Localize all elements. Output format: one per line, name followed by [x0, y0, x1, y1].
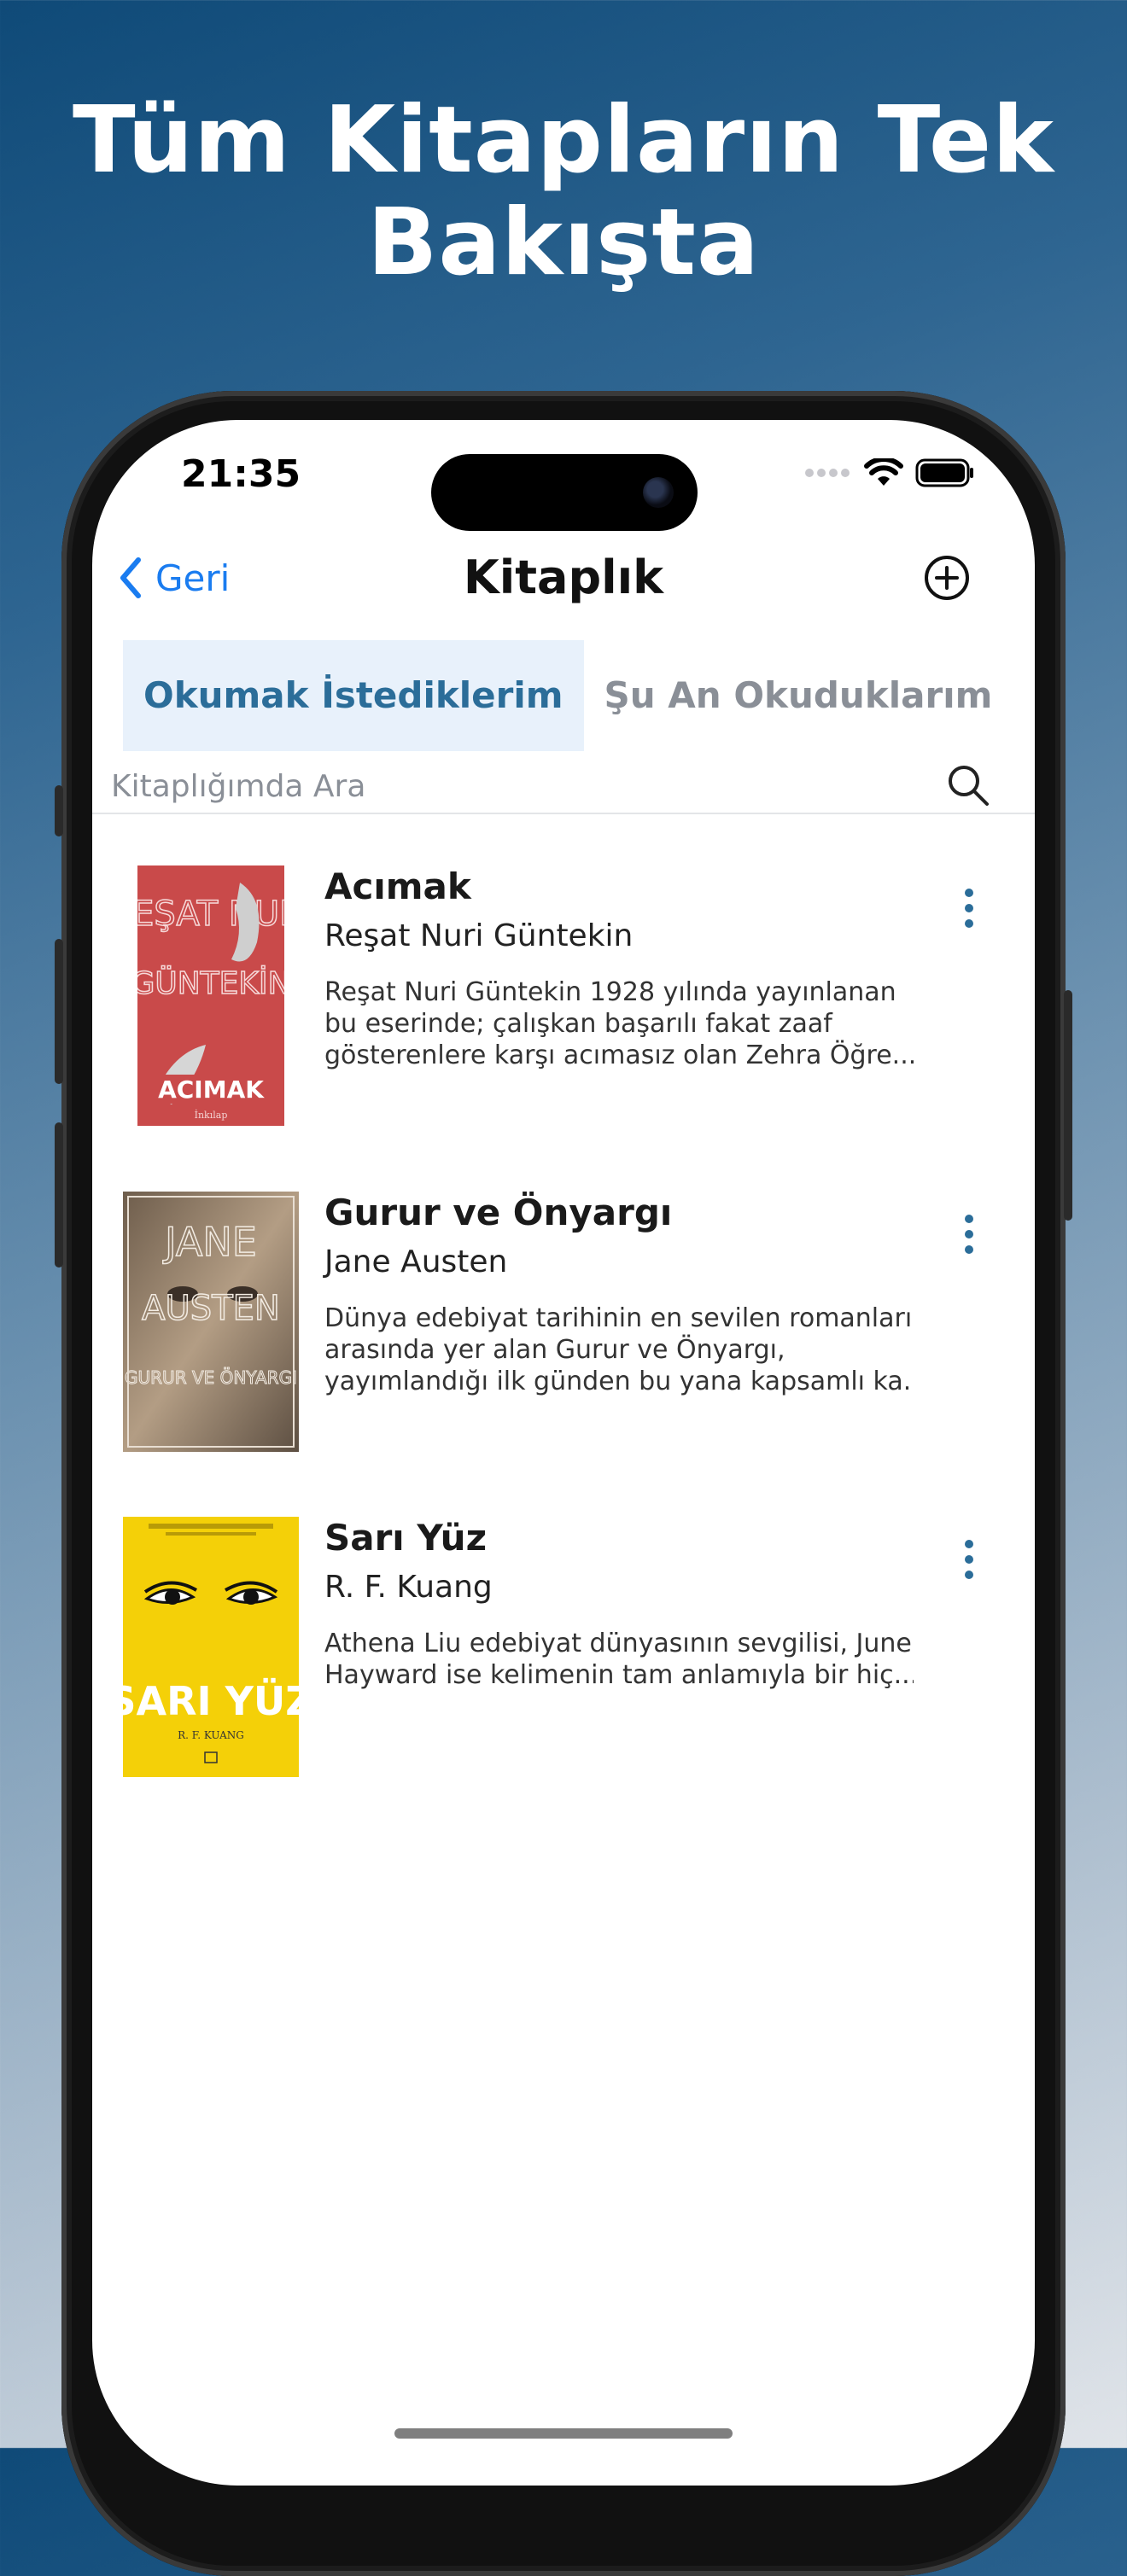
- book-list-item[interactable]: SARI YÜZ R. F. KUANG Sarı Yüz R. F. Kuan…: [92, 1517, 1035, 1798]
- dynamic-island: [431, 454, 698, 531]
- cover-author-first: JANE: [162, 1219, 257, 1265]
- book-description-line: Hayward ise kelimenin tam anlamıyla bir …: [324, 1660, 914, 1690]
- cover-author: R. F. KUANG: [178, 1729, 244, 1741]
- power-button: [1064, 990, 1072, 1221]
- book-title: Sarı Yüz: [324, 1517, 488, 1559]
- cover-art: REŞAT NURİ GÜNTEKİN ACIMAK İnkılap: [137, 865, 284, 1126]
- wifi-icon: [864, 458, 903, 486]
- marketing-headline: Tüm Kitapların Tek Bakışta: [0, 90, 1127, 294]
- headline-line-2: Bakışta: [367, 189, 760, 296]
- status-indicators: [804, 456, 975, 490]
- book-author: Reşat Nuri Güntekin: [324, 918, 634, 953]
- phone-screen: 21:35 Geri Kitaplık Okumak İstediklerim …: [92, 420, 1035, 2486]
- book-description-line: yayımlandığı ilk günden bu yana kapsamlı…: [324, 1367, 914, 1396]
- volume-down-button: [55, 1122, 63, 1268]
- action-button: [55, 785, 63, 836]
- cover-title: SARI YÜZ: [123, 1678, 299, 1724]
- cover-author-last: AUSTEN: [142, 1289, 280, 1328]
- search-input[interactable]: [109, 760, 966, 813]
- signal-dots-icon: [805, 469, 850, 477]
- book-description: Reşat Nuri Güntekin 1928 yılında yayınla…: [324, 976, 914, 1071]
- tab-currently-reading[interactable]: Şu An Okuduklarım: [584, 640, 1013, 751]
- battery-icon: [915, 458, 973, 487]
- tab-want-to-read[interactable]: Okumak İstediklerim: [123, 640, 584, 751]
- tab-read[interactable]: Okuduklarım: [1013, 640, 1035, 751]
- book-author: Jane Austen: [324, 1244, 508, 1279]
- book-cover-sari-yuz: SARI YÜZ R. F. KUANG: [123, 1517, 299, 1777]
- library-tabs: Okumak İstediklerimŞu An OkuduklarımOkud…: [123, 640, 1035, 751]
- more-options-icon[interactable]: [956, 1534, 982, 1585]
- book-author: R. F. Kuang: [324, 1570, 493, 1605]
- book-description-line: arasında yer alan Gurur ve Önyargı,: [324, 1335, 785, 1365]
- book-description: Athena Liu edebiyat dünyasının sevgilisi…: [324, 1628, 914, 1691]
- add-book-button[interactable]: [919, 550, 975, 606]
- camera-icon: [643, 477, 674, 508]
- search-bar: [92, 760, 1035, 814]
- cover-art: SARI YÜZ R. F. KUANG: [123, 1517, 299, 1777]
- volume-up-button: [55, 939, 63, 1084]
- more-options-icon[interactable]: [956, 1209, 982, 1260]
- cover-author-first: REŞAT NURİ: [137, 893, 284, 934]
- headline-line-1: Tüm Kitapların Tek: [73, 87, 1054, 194]
- search-icon[interactable]: [946, 763, 990, 807]
- book-description-line: bu eserinde; çalışkan başarılı fakat zaa…: [324, 1009, 832, 1039]
- home-indicator[interactable]: [394, 2428, 733, 2439]
- book-title: Acımak: [324, 865, 471, 907]
- book-description: Dünya edebiyat tarihinin en sevilen roma…: [324, 1303, 914, 1397]
- book-list-item[interactable]: REŞAT NURİ GÜNTEKİN ACIMAK İnkılap Acıma…: [92, 865, 1035, 1147]
- cover-title: ACIMAK: [158, 1075, 265, 1104]
- book-description-line: Dünya edebiyat tarihinin en sevilen roma…: [324, 1303, 913, 1333]
- book-cover-acimak: REŞAT NURİ GÜNTEKİN ACIMAK İnkılap: [137, 865, 284, 1126]
- status-time: 21:35: [181, 452, 301, 496]
- cover-title: GURUR VE ÖNYARGI: [125, 1367, 297, 1388]
- cover-art: JANE AUSTEN GURUR VE ÖNYARGI: [123, 1192, 299, 1452]
- book-description-line: Athena Liu edebiyat dünyasının sevgilisi…: [324, 1629, 912, 1658]
- book-cover-gurur-ve-onyargi: JANE AUSTEN GURUR VE ÖNYARGI: [123, 1192, 299, 1452]
- book-description-line: gösterenlere karşı acımasız olan Zehra Ö…: [324, 1040, 914, 1070]
- book-list-item[interactable]: JANE AUSTEN GURUR VE ÖNYARGI Gurur ve Ön…: [92, 1192, 1035, 1473]
- book-title: Gurur ve Önyargı: [324, 1192, 673, 1233]
- book-description-line: Reşat Nuri Güntekin 1928 yılında yayınla…: [324, 977, 896, 1007]
- page-title: Kitaplık: [463, 551, 664, 604]
- cover-author-last: GÜNTEKİN: [137, 965, 284, 1001]
- more-options-icon[interactable]: [956, 883, 982, 934]
- cover-publisher: İnkılap: [195, 1109, 228, 1121]
